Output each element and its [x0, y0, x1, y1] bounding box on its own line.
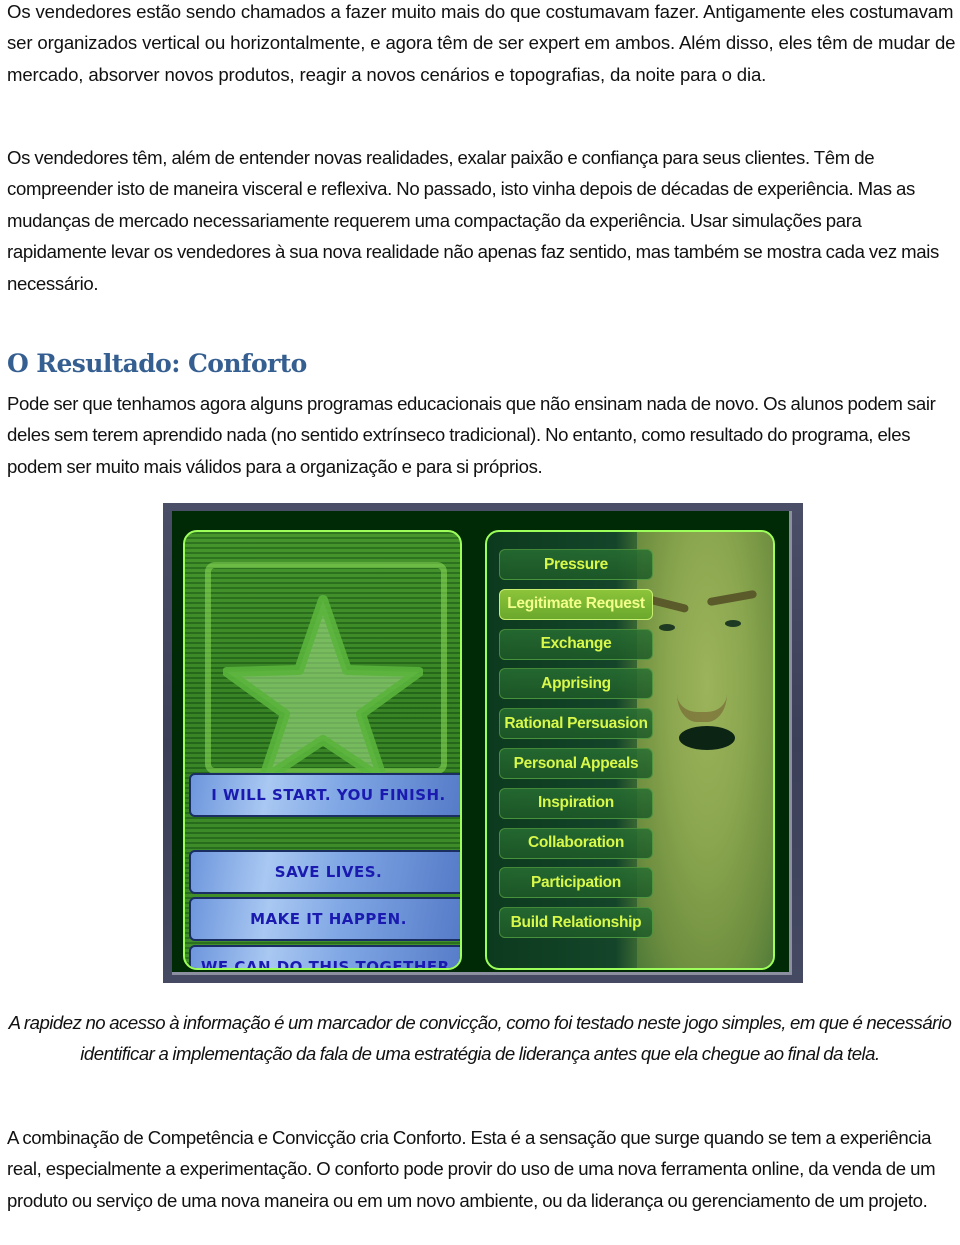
strategy-label: Collaboration [528, 834, 624, 852]
slogan-panel: I will start. You finish. Save lives. Ma… [183, 530, 462, 970]
strategy-panel: Pressure Legitimate Request Exchange Appris… [485, 530, 775, 970]
strategy-label: Inspiration [538, 794, 614, 812]
intro-paragraph: Os vendedores estão sendo chamados a faz… [7, 1, 956, 85]
strategy-label: Rational Persuasion [504, 714, 648, 732]
strategy-label: Participation [531, 873, 621, 891]
nose [677, 652, 727, 722]
strategy-option[interactable]: Collaboration [499, 827, 653, 859]
strategy-label: Personal Appeals [513, 754, 639, 772]
strategy-label: Legitimate Request [507, 595, 645, 613]
eye-right [725, 620, 741, 627]
image-caption: A rapidez no acesso à informação é um ma… [8, 1012, 952, 1065]
eye-left [659, 624, 675, 631]
star-icon [223, 595, 423, 782]
strategy-option[interactable]: Apprising [499, 668, 653, 700]
mouth [679, 726, 735, 750]
second-paragraph: Os vendedores têm, além de entender nova… [7, 147, 939, 294]
section-heading: O Resultado: Conforto [7, 349, 307, 378]
character-face [637, 532, 773, 968]
slogan-option[interactable]: Make it happen. [189, 897, 460, 941]
strategy-label: Exchange [540, 635, 612, 653]
strategy-option[interactable]: Personal Appeals [499, 748, 653, 779]
strategy-option[interactable]: Build Relationship [499, 907, 653, 939]
brow-right [706, 589, 758, 607]
section-body: Pode ser que tenhamos agora alguns progr… [7, 393, 936, 477]
strategy-label: Pressure [544, 555, 608, 573]
slogan-label: I will start. You finish. [211, 786, 446, 804]
strategy-option[interactable]: Rational Persuasion [499, 708, 653, 740]
strategy-option[interactable]: Inspiration [499, 787, 653, 819]
strategy-option[interactable]: Legitimate Request [499, 588, 653, 620]
slogan-option[interactable]: Save lives. [189, 850, 460, 894]
game-screen: I will start. You finish. Save lives. Ma… [172, 511, 792, 975]
game-screenshot: I will start. You finish. Save lives. Ma… [163, 503, 803, 983]
closing-paragraph: A combinação de Competência e Convicção … [7, 1127, 936, 1211]
strategy-label: Build Relationship [510, 913, 642, 931]
strategy-option[interactable]: Pressure [499, 549, 653, 580]
slogan-label: Make it happen. [250, 910, 407, 928]
strategy-option[interactable]: Exchange [499, 628, 653, 660]
slogan-option[interactable]: I will start. You finish. [189, 773, 460, 817]
slogan-option[interactable]: We can do this together. [189, 945, 460, 970]
strategy-label: Apprising [541, 674, 611, 692]
slogan-label: Save lives. [274, 863, 383, 881]
slogan-label: We can do this together. [200, 958, 457, 970]
strategy-option[interactable]: Participation [499, 867, 653, 899]
